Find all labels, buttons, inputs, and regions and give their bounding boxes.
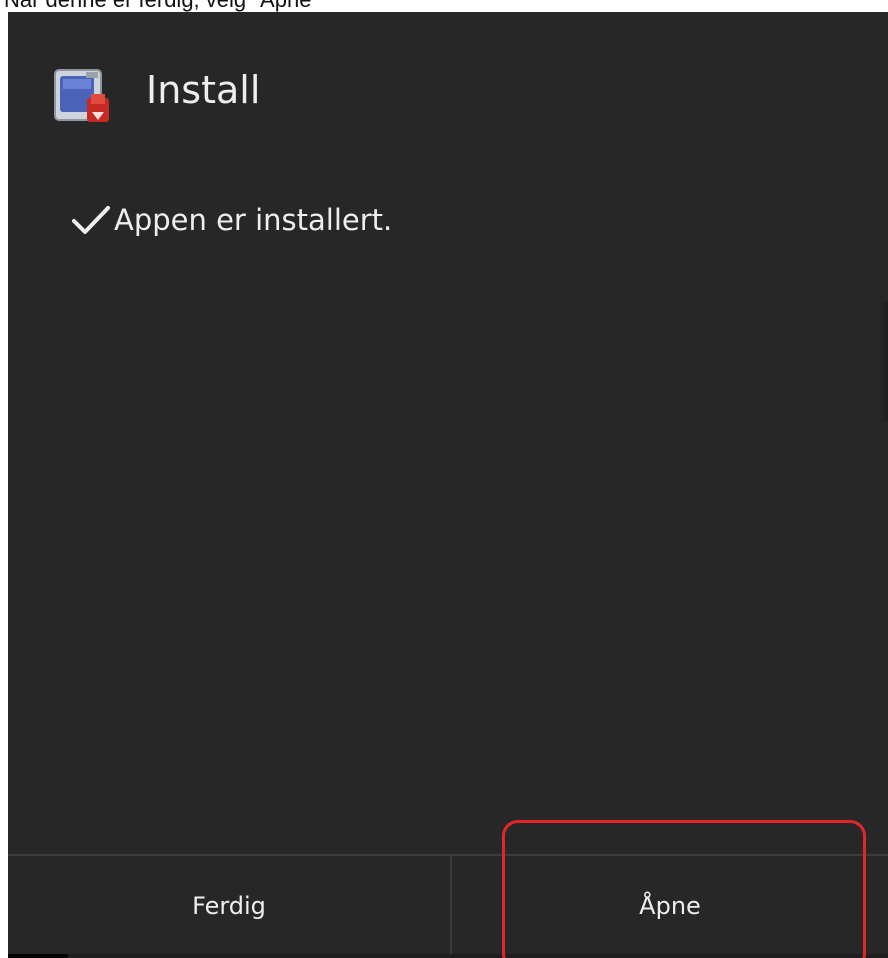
open-button[interactable]: Åpne: [452, 856, 888, 956]
status-message: Appen er installert.: [114, 203, 393, 237]
dialog-title: Install: [146, 68, 261, 112]
android-install-dialog: Install Appen er installert. Ferdig Åpne: [8, 12, 888, 958]
sd-card-app-icon: [54, 69, 109, 122]
dialog-button-bar: Ferdig Åpne: [8, 854, 888, 956]
instruction-caption: Når denne er ferdig, velg "Åpne": [4, 0, 319, 12]
checkmark-icon: [72, 206, 110, 234]
navigation-bar-segment: [8, 954, 68, 958]
navigation-bar-strip: [8, 954, 888, 958]
edge-shadow: [878, 302, 888, 422]
install-status: Appen er installert.: [70, 198, 392, 242]
done-button[interactable]: Ferdig: [8, 856, 450, 956]
dialog-header: Install: [8, 12, 888, 162]
